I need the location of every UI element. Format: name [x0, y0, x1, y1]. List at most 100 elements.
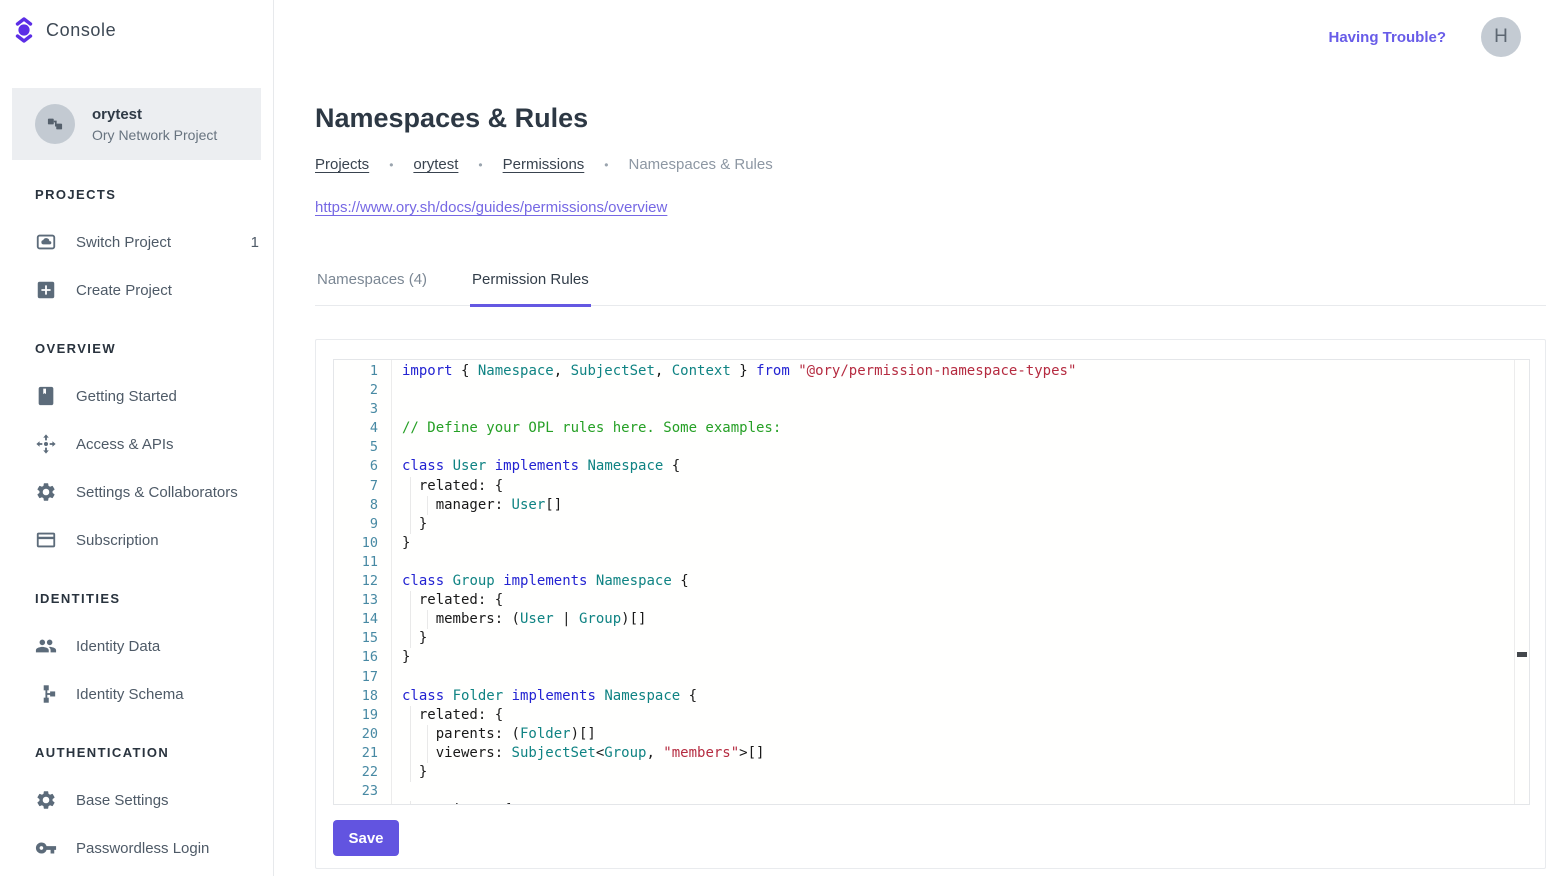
indent-guide: [402, 706, 419, 725]
line-number: 24: [334, 801, 378, 805]
sidebar-item-base-settings[interactable]: Base Settings: [0, 776, 273, 824]
breadcrumb-separator: •: [478, 158, 482, 172]
code-line[interactable]: }: [402, 629, 1529, 648]
docs-link[interactable]: https://www.ory.sh/docs/guides/permissio…: [315, 199, 667, 216]
indent-guide: [402, 496, 419, 515]
sidebar-item-label: Passwordless Login: [76, 840, 209, 857]
code-line[interactable]: parents: (Folder)[]: [402, 725, 1529, 744]
identity-data-icon: [35, 635, 57, 657]
main-content: Namespaces & Rules Projects • orytest • Perm…: [315, 0, 1546, 876]
sidebar-item-subscription[interactable]: Subscription: [0, 516, 273, 564]
page: Console orytest Ory Network Project PROJ…: [0, 0, 1556, 876]
sidebar-section-authentication: AUTHENTICATION: [35, 745, 273, 760]
sidebar-item-label: Access & APIs: [76, 436, 174, 453]
project-hierarchy-icon: [45, 114, 65, 134]
switch-project-icon: [35, 231, 57, 253]
indent-guide: [402, 725, 419, 744]
breadcrumb-link-permissions[interactable]: Permissions: [503, 156, 585, 173]
code-line[interactable]: related: {: [402, 706, 1529, 725]
sidebar-item-label: Subscription: [76, 532, 159, 549]
code-line[interactable]: class Folder implements Namespace {: [402, 687, 1529, 706]
code-line[interactable]: }: [402, 515, 1529, 534]
sidebar-item-access-apis[interactable]: Access & APIs: [0, 420, 273, 468]
line-number: 15: [334, 629, 378, 648]
code-line[interactable]: class Group implements Namespace {: [402, 572, 1529, 591]
sidebar-section-identities: IDENTITIES: [35, 591, 273, 606]
code-line[interactable]: }: [402, 648, 1529, 667]
indent-guide: [402, 763, 419, 782]
code-line[interactable]: class User implements Namespace {: [402, 457, 1529, 476]
sidebar-item-create-project[interactable]: Create Project: [0, 266, 273, 314]
sidebar-item-label: Identity Data: [76, 638, 160, 655]
code-line[interactable]: viewers: SubjectSet<Group, "members">[]: [402, 744, 1529, 763]
sidebar-item-switch-project[interactable]: Switch Project1: [0, 218, 273, 266]
code-line[interactable]: [402, 438, 1529, 457]
editor-scrollbar-thumb[interactable]: [1517, 652, 1527, 657]
identity-schema-icon: [35, 683, 57, 705]
code-line[interactable]: [402, 400, 1529, 419]
indent-guide: [419, 610, 436, 629]
code-line[interactable]: related: {: [402, 477, 1529, 496]
sidebar-item-label: Settings & Collaborators: [76, 484, 238, 501]
getting-started-icon: [35, 385, 57, 407]
line-number: 10: [334, 534, 378, 553]
line-number: 2: [334, 381, 378, 400]
indent-guide: [402, 801, 419, 805]
code-line[interactable]: }: [402, 763, 1529, 782]
project-name: orytest: [92, 106, 217, 123]
code-line[interactable]: // Define your OPL rules here. Some exam…: [402, 419, 1529, 438]
line-number: 19: [334, 706, 378, 725]
app-name: Console: [46, 20, 116, 41]
indent-guide: [402, 477, 419, 496]
project-switcher-card[interactable]: orytest Ory Network Project: [12, 88, 261, 160]
page-title: Namespaces & Rules: [315, 103, 588, 134]
code-line[interactable]: [402, 381, 1529, 400]
editor-code-area[interactable]: import { Namespace, SubjectSet, Context …: [392, 360, 1529, 804]
sidebar-item-passwordless-login[interactable]: Passwordless Login: [0, 824, 273, 872]
line-number: 22: [334, 763, 378, 782]
indent-guide: [419, 496, 436, 515]
line-number: 23: [334, 782, 378, 801]
app-logo[interactable]: Console: [12, 16, 116, 44]
sidebar-item-getting-started[interactable]: Getting Started: [0, 372, 273, 420]
editor-line-numbers: 123456789101112131415161718192021222324: [334, 360, 392, 804]
breadcrumb-link-projects[interactable]: Projects: [315, 156, 369, 173]
line-number: 3: [334, 400, 378, 419]
project-type: Ory Network Project: [92, 127, 217, 143]
line-number: 5: [334, 438, 378, 457]
permission-rules-panel: 123456789101112131415161718192021222324 …: [315, 339, 1546, 869]
sidebar-item-settings-collaborators[interactable]: Settings & Collaborators: [0, 468, 273, 516]
code-line[interactable]: import { Namespace, SubjectSet, Context …: [402, 362, 1529, 381]
save-button[interactable]: Save: [333, 820, 399, 856]
sidebar-item-identity-schema[interactable]: Identity Schema: [0, 670, 273, 718]
tab-permission-rules[interactable]: Permission Rules: [470, 268, 591, 306]
base-settings-icon: [35, 789, 57, 811]
code-line[interactable]: [402, 782, 1529, 801]
breadcrumb-link-orytest[interactable]: orytest: [413, 156, 458, 173]
code-line[interactable]: [402, 553, 1529, 572]
passwordless-login-icon: [35, 837, 57, 859]
line-number: 21: [334, 744, 378, 763]
line-number: 18: [334, 687, 378, 706]
code-line[interactable]: manager: User[]: [402, 496, 1529, 515]
code-line[interactable]: related: {: [402, 591, 1529, 610]
code-line[interactable]: }: [402, 534, 1529, 553]
sidebar-item-label: Getting Started: [76, 388, 177, 405]
sidebar-item-badge: 1: [251, 234, 259, 251]
breadcrumb-separator: •: [604, 158, 608, 172]
line-number: 16: [334, 648, 378, 667]
editor-scrollbar[interactable]: [1514, 360, 1529, 804]
code-editor[interactable]: 123456789101112131415161718192021222324 …: [333, 359, 1530, 805]
code-line[interactable]: [402, 668, 1529, 687]
code-line[interactable]: permits = {: [402, 801, 1529, 805]
line-number: 11: [334, 553, 378, 572]
line-number: 13: [334, 591, 378, 610]
code-line[interactable]: members: (User | Group)[]: [402, 610, 1529, 629]
ory-logo-icon: [12, 16, 36, 44]
breadcrumb: Projects•orytest•Permissions•Namespaces …: [315, 156, 773, 173]
tab-namespaces-4[interactable]: Namespaces (4): [315, 268, 429, 306]
sidebar-item-identity-data[interactable]: Identity Data: [0, 622, 273, 670]
line-number: 1: [334, 362, 378, 381]
line-number: 8: [334, 496, 378, 515]
sidebar: Console orytest Ory Network Project PROJ…: [0, 0, 274, 876]
